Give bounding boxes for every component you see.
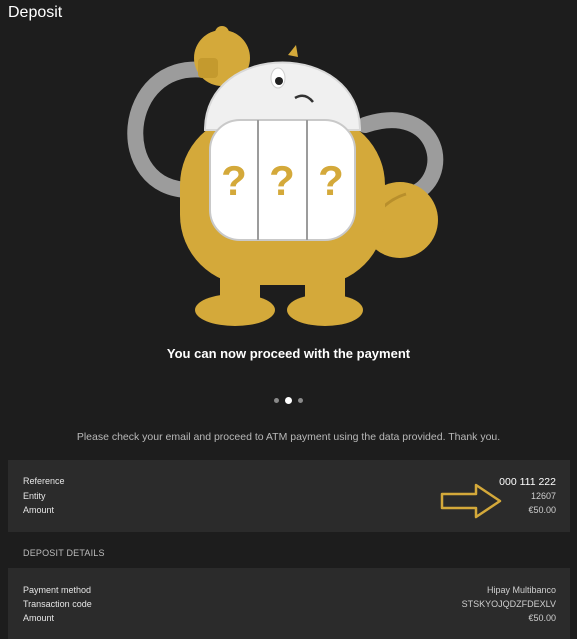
- payment-headline: You can now proceed with the payment: [166, 346, 411, 361]
- entity-label: Entity: [23, 491, 46, 501]
- details-amount-value: €50.00: [528, 613, 556, 623]
- instructions-text: Please check your email and proceed to A…: [76, 431, 501, 443]
- reel-symbol-1: ?: [221, 157, 247, 204]
- carousel-dot-3[interactable]: [298, 398, 303, 403]
- arrow-right-outline-icon: [440, 483, 502, 519]
- deposit-details-panel: Payment method Hipay Multibanco Transact…: [8, 568, 570, 639]
- reference-value: 000 111 222: [499, 476, 556, 488]
- carousel-dots[interactable]: [0, 397, 577, 404]
- amount-label: Amount: [23, 505, 55, 515]
- entity-value: 12607: [530, 491, 556, 501]
- transaction-code-row: Transaction code STSKYOJQDZFDEXLV: [23, 599, 556, 609]
- details-amount-label: Amount: [23, 613, 55, 623]
- transaction-code-value: STSKYOJQDZFDEXLV: [461, 599, 556, 609]
- payment-method-row: Payment method Hipay Multibanco: [23, 585, 556, 595]
- carousel-dot-1[interactable]: [274, 398, 279, 403]
- payment-method-value: Hipay Multibanco: [486, 585, 556, 595]
- payment-method-label: Payment method: [23, 585, 92, 595]
- carousel-dot-2[interactable]: [285, 397, 292, 404]
- slot-machine-mascot-illustration: ? ? ?: [127, 26, 444, 326]
- amount-value: €50.00: [528, 505, 556, 515]
- page-title: Deposit: [8, 4, 63, 21]
- reference-label: Reference: [23, 476, 65, 486]
- transaction-code-label: Transaction code: [23, 599, 92, 609]
- deposit-details-heading: DEPOSIT DETAILS: [23, 548, 105, 558]
- details-amount-row: Amount €50.00: [23, 613, 556, 623]
- reel-symbol-3: ?: [318, 157, 344, 204]
- reel-symbol-2: ?: [269, 157, 295, 204]
